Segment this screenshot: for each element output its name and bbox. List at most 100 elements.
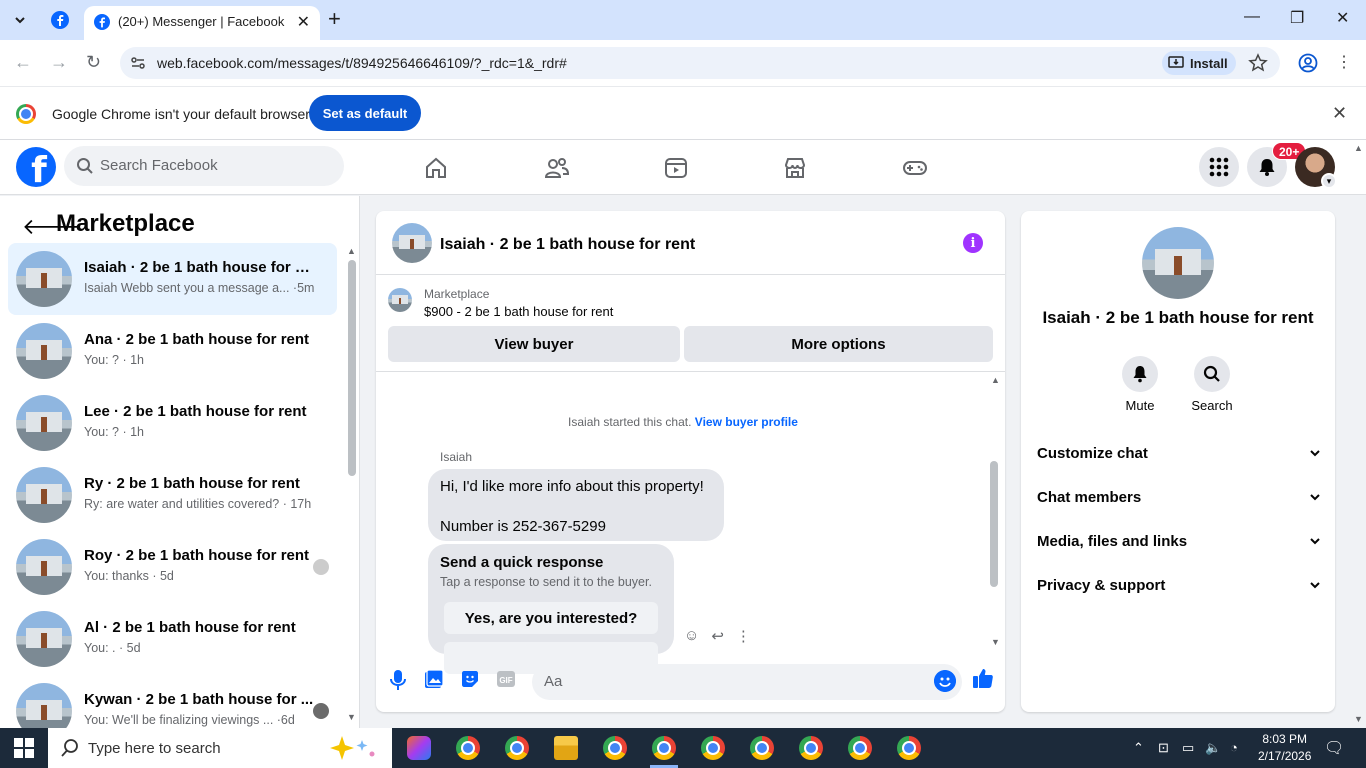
search-icon [1203, 365, 1220, 382]
tray-meet-icon[interactable]: ⊡ [1158, 740, 1169, 756]
emoji-icon[interactable] [934, 670, 956, 692]
close-tab-icon[interactable]: ✕ [297, 12, 310, 32]
page-scroll-down-icon[interactable]: ▼ [1354, 714, 1363, 724]
tab-search-menu-button[interactable] [8, 8, 32, 32]
svg-text:GIF: GIF [499, 676, 512, 685]
view-buyer-button[interactable]: View buyer [388, 326, 680, 362]
wifi-icon[interactable]: ◔ [1230, 740, 1238, 755]
scroll-up-icon[interactable]: ▲ [347, 246, 356, 256]
microphone-icon[interactable] [390, 669, 406, 691]
reply-icon[interactable]: ↩ [711, 627, 724, 645]
search-highlight-icon [330, 736, 375, 760]
conversation-list: Isaiah · 2 be 1 bath house for rent Isai… [8, 243, 338, 747]
gaming-icon[interactable] [902, 156, 928, 180]
facebook-search-input[interactable]: Search Facebook [64, 146, 344, 186]
page-scroll-up-icon[interactable]: ▲ [1354, 143, 1363, 153]
tray-chevron-up-icon[interactable]: ⌃ [1133, 740, 1144, 756]
privacy-support-row[interactable]: Privacy & support [1037, 563, 1321, 607]
menu-grid-button[interactable] [1199, 147, 1239, 187]
sidebar-scrollbar[interactable] [348, 260, 356, 476]
scroll-down-icon[interactable]: ▼ [991, 637, 1000, 647]
listing-thumbnail [16, 611, 72, 667]
home-icon[interactable] [424, 156, 448, 180]
taskbar-file-explorer-icon[interactable] [554, 736, 578, 760]
tab-title: (20+) Messenger | Facebook [118, 14, 285, 29]
new-tab-button[interactable]: + [328, 8, 341, 30]
message-bubble[interactable]: Hi, I'd like more info about this proper… [428, 469, 724, 541]
sticker-icon[interactable] [460, 669, 480, 689]
customize-chat-row[interactable]: Customize chat [1037, 431, 1321, 475]
taskbar-chrome-icon[interactable] [750, 736, 774, 760]
photo-icon[interactable] [424, 669, 444, 689]
search-conversation-button[interactable]: Search [1182, 356, 1242, 413]
listing-price[interactable]: $900 - 2 be 1 bath house for rent [424, 304, 613, 319]
info-icon[interactable]: i [963, 233, 983, 253]
taskbar-chrome-icon[interactable] [603, 736, 627, 760]
profile-icon[interactable] [1298, 53, 1318, 73]
back-icon[interactable]: ← [14, 52, 32, 73]
taskbar-chrome-icon[interactable] [456, 736, 480, 760]
address-bar[interactable]: web.facebook.com/messages/t/894925646646… [120, 47, 1280, 79]
taskbar-chrome-icon[interactable] [652, 736, 676, 760]
chat-members-row[interactable]: Chat members [1037, 475, 1321, 519]
like-thumb-icon[interactable] [972, 667, 994, 689]
restore-icon[interactable]: ❐ [1290, 8, 1304, 28]
mute-button[interactable]: Mute [1110, 356, 1170, 413]
taskbar-copilot-icon[interactable] [407, 736, 431, 760]
close-window-icon[interactable]: ✕ [1336, 8, 1349, 28]
taskbar-chrome-icon[interactable] [897, 736, 921, 760]
notification-center-icon[interactable]: 🗨 [1324, 738, 1344, 758]
bookmark-star-icon[interactable] [1248, 53, 1268, 73]
react-emoji-icon[interactable]: ☺ [684, 627, 699, 645]
quick-response-option[interactable]: Yes, are you interested? [444, 602, 658, 634]
taskbar-chrome-icon[interactable] [701, 736, 725, 760]
conversation-snippet: Isaiah Webb sent you a message a... ·5m [84, 281, 315, 295]
gif-icon[interactable]: GIF [496, 669, 516, 689]
pinned-tab-facebook[interactable] [48, 8, 72, 32]
windows-start-icon[interactable] [14, 738, 34, 758]
marketplace-sidebar: 🡐 Marketplace Isaiah · 2 be 1 bath house… [0, 196, 360, 739]
set-as-default-button[interactable]: Set as default [309, 95, 421, 131]
infobar-message: Google Chrome isn't your default browser [52, 106, 310, 122]
taskbar-search-input[interactable]: Type here to search [48, 728, 392, 768]
video-icon[interactable] [664, 156, 688, 180]
scroll-down-icon[interactable]: ▼ [347, 712, 356, 722]
taskbar-clock[interactable]: 8:03 PM 2/17/2026 [1258, 731, 1311, 765]
friends-icon[interactable] [544, 156, 570, 180]
media-files-links-row[interactable]: Media, files and links [1037, 519, 1321, 563]
more-actions-icon[interactable]: ⋮ [736, 627, 751, 645]
conversation-item-lee[interactable]: Lee · 2 be 1 bath house for rent You: ? … [8, 387, 337, 459]
volume-icon[interactable]: 🔈 [1205, 740, 1221, 756]
chrome-menu-icon[interactable]: ⋮ [1336, 52, 1352, 72]
site-settings-icon[interactable] [130, 55, 146, 71]
message-input[interactable]: Aa [532, 664, 962, 700]
chevron-down-icon [1310, 494, 1320, 501]
battery-icon[interactable]: ▭ [1182, 740, 1194, 756]
forward-icon[interactable]: → [50, 52, 68, 73]
view-buyer-profile-link[interactable]: View buyer profile [695, 415, 798, 429]
conversation-item-al[interactable]: Al · 2 be 1 bath house for rent You: . ·… [8, 603, 337, 675]
thread-scrollbar[interactable] [990, 461, 998, 587]
chat-avatar[interactable] [392, 223, 432, 263]
taskbar-chrome-icon[interactable] [799, 736, 823, 760]
install-app-button[interactable]: Install [1162, 51, 1236, 75]
account-avatar[interactable]: ▾ [1295, 147, 1337, 189]
taskbar-chrome-icon[interactable] [505, 736, 529, 760]
marketplace-icon[interactable] [783, 156, 807, 180]
chat-title[interactable]: Isaiah · 2 be 1 bath house for rent [440, 236, 695, 254]
conversation-name: Lee · 2 be 1 bath house for rent [84, 403, 307, 420]
active-tab[interactable]: (20+) Messenger | Facebook ✕ [84, 6, 320, 40]
conversation-item-roy[interactable]: Roy · 2 be 1 bath house for rent You: th… [8, 531, 337, 603]
conversation-item-ana[interactable]: Ana · 2 be 1 bath house for rent You: ? … [8, 315, 337, 387]
facebook-logo-icon[interactable]: f [16, 147, 56, 187]
taskbar-chrome-icon[interactable] [848, 736, 872, 760]
system-message: Isaiah started this chat. [568, 415, 692, 429]
conversation-item-isaiah[interactable]: Isaiah · 2 be 1 bath house for rent Isai… [8, 243, 337, 315]
read-receipt-avatar [313, 559, 329, 575]
more-options-button[interactable]: More options [684, 326, 993, 362]
reload-icon[interactable]: ↻ [86, 52, 101, 73]
close-infobar-icon[interactable]: ✕ [1332, 103, 1347, 124]
scroll-up-icon[interactable]: ▲ [991, 375, 1000, 385]
conversation-item-ry[interactable]: Ry · 2 be 1 bath house for rent Ry: are … [8, 459, 337, 531]
minimize-icon[interactable]: — [1244, 8, 1260, 26]
